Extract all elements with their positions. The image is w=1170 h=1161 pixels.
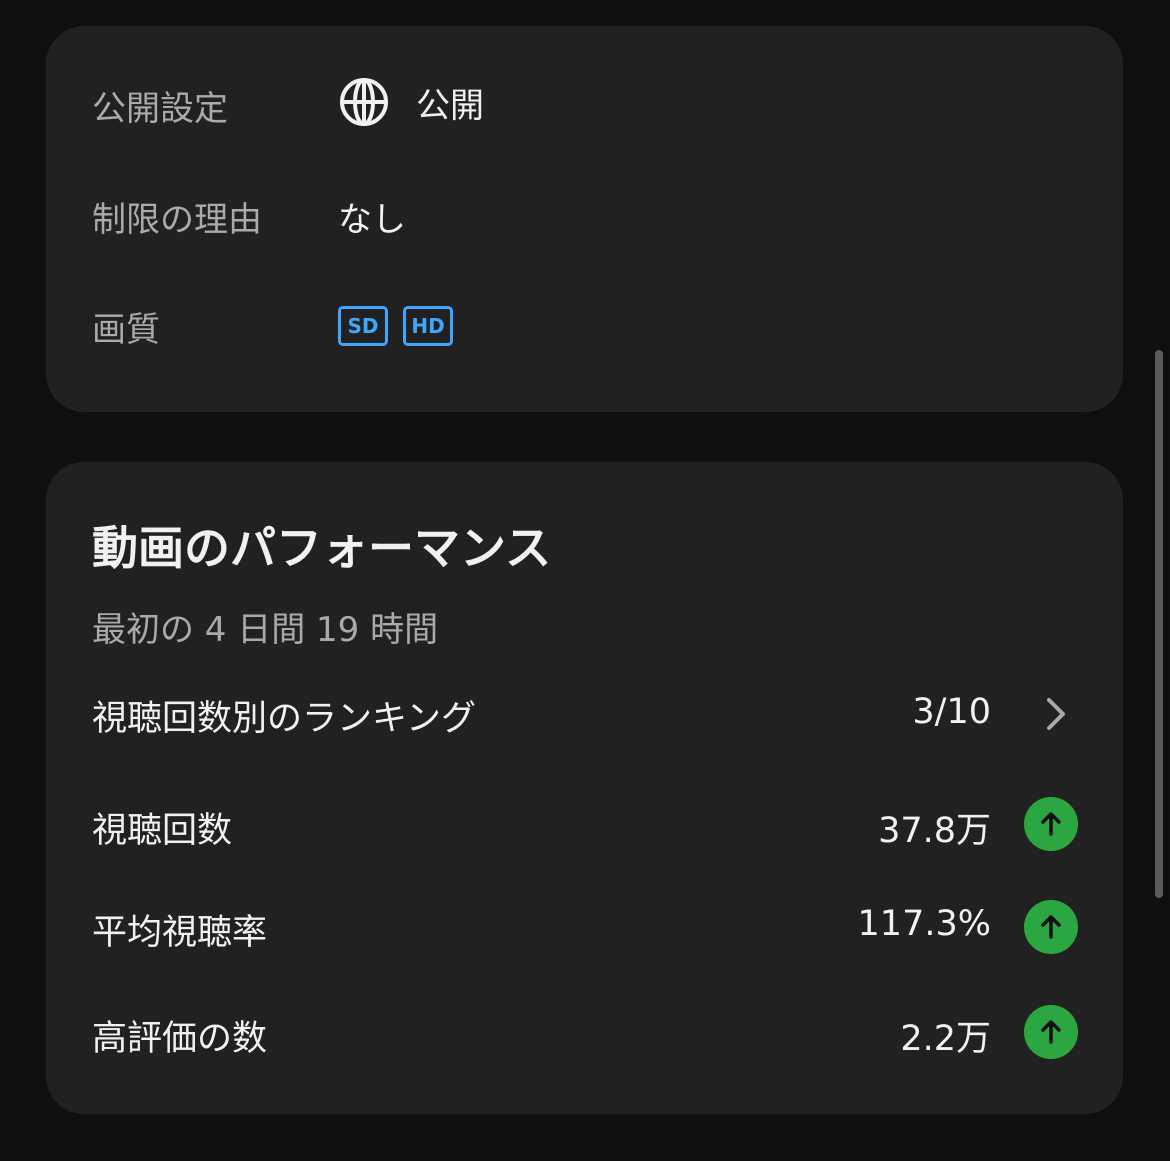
scrollbar-thumb[interactable] [1155, 350, 1163, 898]
average-view-rate-value: 117.3% [857, 904, 991, 944]
restriction-label: 制限の理由 [92, 200, 262, 240]
restriction-value: なし [338, 200, 406, 240]
visibility-label: 公開設定 [92, 89, 228, 129]
performance-title: 動画のパフォーマンス [92, 521, 552, 575]
ranking-value: 3/10 [912, 692, 991, 732]
visibility-value-text: 公開 [416, 85, 484, 126]
chevron-right-icon[interactable] [1041, 694, 1071, 734]
sd-badge: SD [338, 306, 388, 346]
likes-label: 高評価の数 [92, 1019, 268, 1059]
video-performance-card: 動画のパフォーマンス 最初の 4 日間 19 時間 視聴回数別のランキング 3/… [46, 462, 1123, 1114]
performance-subtitle: 最初の 4 日間 19 時間 [92, 610, 439, 650]
video-settings-card: 公開設定 公開 制限の理由 なし 画質 SD HD [46, 26, 1123, 412]
hd-badge: HD [403, 306, 453, 346]
average-view-rate-label: 平均視聴率 [92, 913, 268, 953]
views-value: 37.8万 [878, 811, 991, 851]
trend-up-icon [1024, 900, 1078, 954]
trend-up-icon [1024, 797, 1078, 851]
likes-value: 2.2万 [900, 1019, 991, 1059]
quality-label: 画質 [92, 310, 160, 350]
globe-icon [338, 76, 390, 128]
views-label: 視聴回数 [92, 811, 233, 851]
quality-badges: SD HD [338, 306, 468, 346]
ranking-label: 視聴回数別のランキング [92, 699, 476, 739]
visibility-value: 公開 [338, 76, 484, 128]
trend-up-icon [1024, 1005, 1078, 1059]
